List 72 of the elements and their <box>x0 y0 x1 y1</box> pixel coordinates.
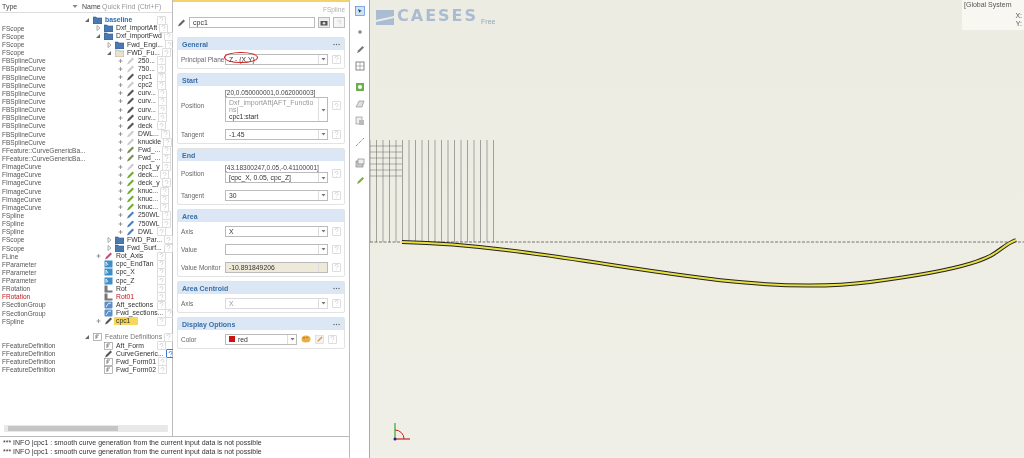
expanded-arrow-icon[interactable] <box>83 16 92 25</box>
parameter-icon <box>104 268 113 277</box>
plus-icon[interactable] <box>116 170 125 179</box>
pen-icon <box>177 18 186 27</box>
axis-triad-icon <box>393 422 411 441</box>
horizontal-scrollbar[interactable] <box>4 425 168 432</box>
plus-icon[interactable] <box>116 187 125 196</box>
plus-icon[interactable] <box>116 64 125 73</box>
pen-icon <box>104 252 113 261</box>
expanded-arrow-icon[interactable] <box>94 32 103 41</box>
grid-icon[interactable] <box>354 61 365 71</box>
plus-icon[interactable] <box>116 211 125 220</box>
plus-icon[interactable] <box>116 113 125 122</box>
logo-text: CAESES <box>397 6 479 25</box>
caret-icon <box>320 247 326 251</box>
target-icon[interactable] <box>354 82 365 92</box>
more-icon[interactable] <box>333 42 340 46</box>
plus-icon[interactable] <box>116 121 125 130</box>
document-icon[interactable] <box>354 116 365 126</box>
plus-icon[interactable] <box>116 195 125 204</box>
plus-icon[interactable] <box>116 81 125 90</box>
caret-icon <box>320 175 326 180</box>
plus-icon[interactable] <box>116 56 125 65</box>
plus-icon[interactable] <box>116 203 125 212</box>
plus-icon[interactable] <box>116 178 125 187</box>
more-icon[interactable] <box>333 322 340 326</box>
plus-icon[interactable] <box>116 138 125 147</box>
help-icon <box>336 19 342 26</box>
caret-icon <box>320 57 326 61</box>
collapsed-arrow-icon[interactable] <box>105 244 114 252</box>
section-group-icon <box>104 309 113 318</box>
plus-icon[interactable] <box>94 252 103 261</box>
feature-icon <box>104 341 113 350</box>
filter-caret-icon[interactable] <box>72 3 78 9</box>
caret-icon <box>320 132 326 136</box>
pen-icon <box>104 349 113 358</box>
collapsed-arrow-icon[interactable] <box>105 235 114 244</box>
expanded-arrow-icon[interactable] <box>83 333 92 342</box>
camera-icon <box>320 19 328 26</box>
caret-icon <box>289 337 295 341</box>
camera-button[interactable] <box>318 17 330 28</box>
plus-icon[interactable] <box>116 227 125 236</box>
line-icon[interactable] <box>354 137 365 147</box>
plus-icon[interactable] <box>116 162 125 171</box>
logo-icon <box>376 10 394 25</box>
shape-icon[interactable] <box>354 99 365 109</box>
plus-icon[interactable] <box>116 154 125 163</box>
stack-icon[interactable] <box>354 158 365 168</box>
parameter-icon <box>104 260 113 269</box>
plus-icon[interactable] <box>116 219 125 228</box>
pencil-icon[interactable] <box>315 334 324 344</box>
plus-icon[interactable] <box>116 89 125 98</box>
plus-icon[interactable] <box>116 73 125 82</box>
palette-icon[interactable] <box>301 335 311 343</box>
brush-icon[interactable] <box>354 175 365 185</box>
plus-icon[interactable] <box>116 97 125 106</box>
more-icon[interactable] <box>333 286 340 290</box>
caret-icon <box>320 107 326 112</box>
plus-icon[interactable] <box>116 105 125 114</box>
caret-icon <box>320 193 326 197</box>
plus-icon[interactable] <box>116 146 125 155</box>
parameter-icon <box>104 276 113 285</box>
pen-icon <box>104 317 113 326</box>
plus-icon[interactable] <box>116 130 125 139</box>
feature-icon <box>93 333 102 342</box>
dropdown-field[interactable] <box>225 243 328 255</box>
caret-icon <box>320 301 326 305</box>
cursor-icon[interactable] <box>354 6 365 16</box>
caret-icon <box>320 229 326 233</box>
pen-icon[interactable] <box>354 44 365 54</box>
feature-icon <box>104 357 113 366</box>
plus-icon[interactable] <box>94 317 103 326</box>
